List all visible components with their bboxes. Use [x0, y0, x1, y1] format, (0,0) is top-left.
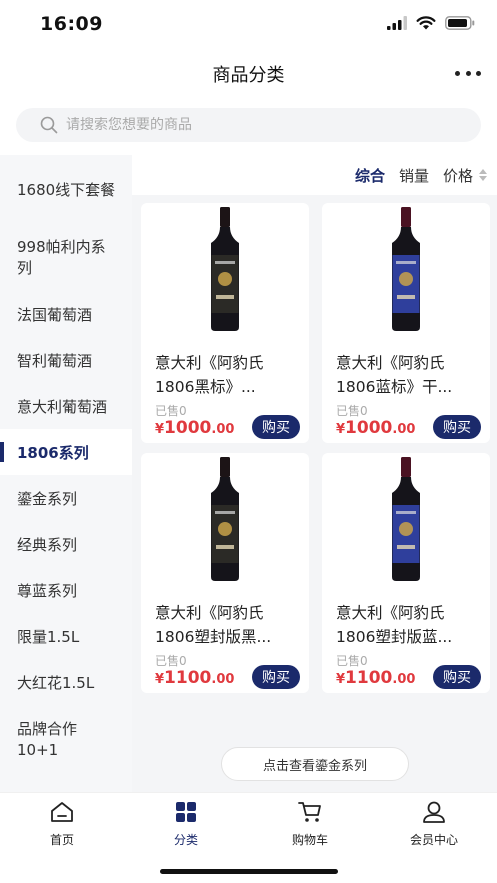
- product-sold-count: 已售0: [336, 654, 368, 668]
- sidebar-item-label: 经典系列: [17, 535, 78, 554]
- sidebar-item-gilded[interactable]: 鎏金系列: [0, 475, 132, 521]
- wine-bottle-icon: [211, 207, 239, 331]
- cellular-signal-icon: [387, 16, 407, 30]
- tab-cart[interactable]: 购物车: [260, 799, 360, 848]
- tab-category[interactable]: 分类: [136, 799, 236, 848]
- price-decimal: .00: [211, 672, 235, 687]
- nav-bar: 商品分类: [0, 50, 497, 96]
- search-input[interactable]: [66, 117, 426, 133]
- product-price: ¥1100.00: [155, 668, 234, 688]
- category-sidebar: 1680线下套餐 998帕利内系列 法国葡萄酒 智利葡萄酒 意大利葡萄酒 180…: [0, 155, 132, 792]
- sort-comprehensive[interactable]: 综合: [355, 165, 385, 186]
- buy-button[interactable]: 购买: [433, 665, 481, 689]
- tab-category-label: 分类: [173, 833, 198, 847]
- sidebar-item-label: 尊蓝系列: [17, 581, 78, 600]
- category-icon: [176, 802, 196, 822]
- sidebar-item-1680[interactable]: 1680线下套餐: [0, 155, 132, 223]
- sidebar-item-classic[interactable]: 经典系列: [0, 521, 132, 567]
- sidebar-item-italy[interactable]: 意大利葡萄酒: [0, 383, 132, 429]
- cart-icon: [298, 802, 321, 822]
- product-image: [322, 203, 490, 333]
- tab-home-label: 首页: [49, 833, 74, 847]
- sidebar-item-limited[interactable]: 限量1.5L: [0, 613, 132, 659]
- view-more-series-button[interactable]: 点击查看鎏金系列: [221, 747, 409, 781]
- page-title: 商品分类: [212, 65, 285, 86]
- buy-button[interactable]: 购买: [433, 415, 481, 439]
- product-price: ¥1000.00: [155, 418, 234, 438]
- sidebar-item-label: 智利葡萄酒: [17, 351, 93, 370]
- status-time: 16:09: [40, 13, 103, 35]
- product-title: 意大利《阿豹氏1806塑封版黑...: [155, 604, 272, 646]
- price-currency: ¥: [155, 672, 165, 687]
- tab-home[interactable]: 首页: [12, 799, 112, 848]
- product-card[interactable]: 意大利《阿豹氏1806塑封版黑... 已售0 ¥1100.00 购买: [141, 453, 309, 693]
- sidebar-item-label: 998帕利内系列: [17, 238, 106, 277]
- home-indicator: [160, 869, 338, 874]
- product-title: 意大利《阿豹氏1806黑标》...: [155, 354, 264, 396]
- price-decimal: .00: [392, 422, 416, 437]
- product-title: 意大利《阿豹氏1806蓝标》干...: [336, 354, 453, 396]
- price-integer: 1100: [345, 668, 393, 688]
- sidebar-item-label: 鎏金系列: [17, 489, 78, 508]
- sidebar-item-blue[interactable]: 尊蓝系列: [0, 567, 132, 613]
- sidebar-item-label: 品牌合作10+1: [17, 720, 78, 759]
- status-icons: [387, 16, 475, 30]
- product-image: [141, 453, 309, 583]
- price-currency: ¥: [336, 672, 346, 687]
- more-dots-icon[interactable]: [455, 62, 481, 84]
- search-bar[interactable]: [16, 108, 481, 142]
- product-card[interactable]: 意大利《阿豹氏1806蓝标》干... 已售0 ¥1000.00 购买: [322, 203, 490, 443]
- product-price: ¥1100.00: [336, 668, 415, 688]
- product-card[interactable]: 意大利《阿豹氏1806塑封版蓝... 已售0 ¥1100.00 购买: [322, 453, 490, 693]
- sidebar-item-brand[interactable]: 品牌合作10+1: [0, 705, 132, 773]
- price-integer: 1100: [164, 668, 212, 688]
- sidebar-item-998[interactable]: 998帕利内系列: [0, 223, 132, 291]
- product-image: [141, 203, 309, 333]
- sort-sales[interactable]: 销量: [399, 165, 429, 186]
- wine-bottle-icon: [392, 457, 420, 581]
- product-image: [322, 453, 490, 583]
- product-sold-count: 已售0: [336, 404, 368, 418]
- tab-member[interactable]: 会员中心: [384, 799, 484, 848]
- buy-button[interactable]: 购买: [252, 665, 300, 689]
- sidebar-item-label: 1680线下套餐: [17, 180, 116, 199]
- sidebar-item-1806[interactable]: 1806系列: [0, 429, 132, 475]
- battery-icon: [445, 16, 475, 30]
- buy-button[interactable]: 购买: [252, 415, 300, 439]
- product-sold-count: 已售0: [155, 654, 187, 668]
- sidebar-item-label: 意大利葡萄酒: [17, 397, 108, 416]
- wine-bottle-icon: [392, 207, 420, 331]
- sidebar-item-label: 大红花1.5L: [17, 673, 95, 692]
- sort-arrows-icon: [479, 169, 487, 181]
- product-card[interactable]: 意大利《阿豹氏1806黑标》... 已售0 ¥1000.00 购买: [141, 203, 309, 443]
- tab-cart-label: 购物车: [291, 833, 328, 847]
- sidebar-item-red-flower[interactable]: 大红花1.5L: [0, 659, 132, 705]
- product-sold-count: 已售0: [155, 404, 187, 418]
- sidebar-item-france[interactable]: 法国葡萄酒: [0, 291, 132, 337]
- product-title: 意大利《阿豹氏1806塑封版蓝...: [336, 604, 453, 646]
- sidebar-item-chile[interactable]: 智利葡萄酒: [0, 337, 132, 383]
- product-grid: 意大利《阿豹氏1806黑标》... 已售0 ¥1000.00 购买 意大利《阿豹…: [132, 195, 497, 792]
- search-icon: [40, 116, 58, 134]
- sort-price-label: 价格: [442, 166, 473, 185]
- sidebar-item-label: 1806系列: [17, 443, 89, 462]
- status-bar: 16:09: [0, 0, 497, 50]
- price-currency: ¥: [336, 422, 346, 437]
- sidebar-item-label: 限量1.5L: [17, 627, 80, 646]
- sort-price[interactable]: 价格: [443, 165, 487, 186]
- sort-bar: 综合 销量 价格: [140, 155, 497, 195]
- home-icon: [51, 802, 73, 822]
- price-currency: ¥: [155, 422, 165, 437]
- sidebar-item-label: 法国葡萄酒: [17, 305, 93, 324]
- wine-bottle-icon: [211, 457, 239, 581]
- price-integer: 1000: [345, 418, 393, 438]
- price-integer: 1000: [164, 418, 212, 438]
- tab-member-label: 会员中心: [409, 833, 458, 847]
- price-decimal: .00: [211, 422, 235, 437]
- price-decimal: .00: [392, 672, 416, 687]
- member-icon: [423, 801, 445, 823]
- wifi-icon: [416, 16, 436, 30]
- product-price: ¥1000.00: [336, 418, 415, 438]
